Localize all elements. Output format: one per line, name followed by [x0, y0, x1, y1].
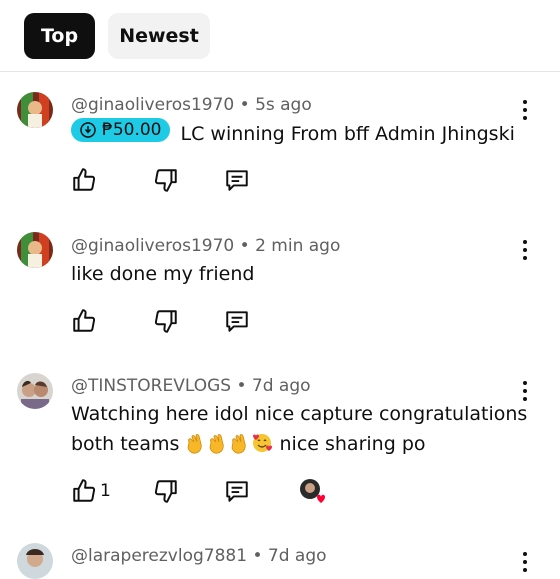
comment-time: 7d ago	[251, 376, 311, 396]
comment-body-text-end: nice sharing po	[279, 433, 426, 455]
sort-chips: Top Newest	[24, 13, 210, 59]
top-chip[interactable]: Top	[24, 13, 95, 59]
newest-chip[interactable]: Newest	[108, 13, 210, 59]
comment-body-text: LC winning From bff Admin Jhingski	[180, 123, 515, 145]
comment-time: 7d ago	[267, 546, 327, 566]
like-icon[interactable]	[70, 477, 98, 505]
reply-icon[interactable]	[223, 166, 251, 194]
avatar[interactable]	[17, 543, 53, 579]
more-options-icon[interactable]	[515, 550, 535, 574]
avatar[interactable]	[17, 373, 53, 409]
comment-meta: @TINSTOREVLOGS • 7d ago	[71, 376, 311, 396]
separator-dot: •	[252, 546, 263, 566]
more-options-icon[interactable]	[515, 98, 535, 122]
comment-meta: @ginaoliveros1970 • 5s ago	[71, 95, 312, 115]
comment-text: Watching here idol nice capture congratu…	[71, 399, 531, 459]
comment-meta: @ginaoliveros1970 • 2 min ago	[71, 236, 340, 256]
clapping-hands-icon	[229, 432, 249, 454]
comment-body-text: like done my friend	[71, 263, 255, 285]
reply-icon[interactable]	[223, 307, 251, 335]
comment-time: 2 min ago	[255, 236, 341, 256]
separator-dot: •	[239, 236, 250, 256]
clapping-hands-icon	[207, 432, 227, 454]
separator-dot: •	[236, 376, 247, 396]
avatar[interactable]	[17, 232, 53, 268]
comment-author[interactable]: @ginaoliveros1970	[71, 95, 234, 115]
more-options-icon[interactable]	[515, 379, 535, 403]
comment-author[interactable]: @TINSTOREVLOGS	[71, 376, 231, 396]
creator-heart-icon	[298, 477, 330, 505]
dislike-icon[interactable]	[152, 166, 180, 194]
comment-author[interactable]: @laraperezvlog7881	[71, 546, 247, 566]
dislike-icon[interactable]	[152, 477, 180, 505]
like-icon[interactable]	[70, 307, 98, 335]
avatar[interactable]	[17, 92, 53, 128]
dislike-icon[interactable]	[152, 307, 180, 335]
divider	[0, 71, 560, 72]
super-thanks-amount: ₱50.00	[102, 120, 162, 140]
comment-time: 5s ago	[255, 95, 312, 115]
comment-author[interactable]: @ginaoliveros1970	[71, 236, 234, 256]
comment-text: ₱50.00 LC winning From bff Admin Jhingsk…	[71, 118, 531, 149]
like-count: 1	[100, 481, 111, 501]
comment-text: like done my friend	[71, 259, 531, 289]
comment-meta: @laraperezvlog7881 • 7d ago	[71, 546, 327, 566]
reply-icon[interactable]	[223, 477, 251, 505]
super-thanks-badge: ₱50.00	[71, 118, 171, 142]
more-options-icon[interactable]	[515, 238, 535, 262]
separator-dot: •	[239, 95, 250, 115]
clapping-hands-icon	[185, 432, 205, 454]
super-thanks-icon	[80, 122, 96, 138]
smiling-face-with-hearts-icon	[251, 432, 273, 454]
like-icon[interactable]	[70, 166, 98, 194]
